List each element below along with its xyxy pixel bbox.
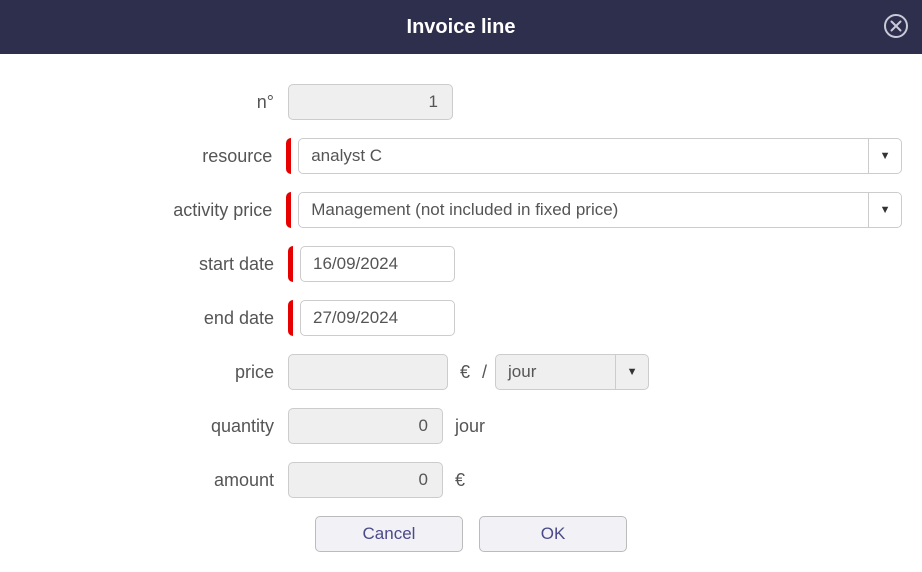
button-row: Cancel OK (315, 516, 902, 552)
price-unit-dropdown-arrow[interactable]: ▼ (615, 354, 649, 390)
price-unit-value[interactable]: jour (495, 354, 615, 390)
required-indicator (286, 138, 291, 174)
row-activity-price: activity price Management (not included … (20, 192, 902, 228)
price-separator: / (482, 362, 487, 383)
start-date-label: start date (20, 254, 280, 275)
close-icon (883, 13, 909, 39)
required-indicator (288, 246, 293, 282)
ok-button[interactable]: OK (479, 516, 627, 552)
dialog-title: Invoice line (407, 16, 516, 39)
row-start-date: start date 16/09/2024 (20, 246, 902, 282)
price-label: price (20, 362, 280, 383)
quantity-input[interactable]: 0 (288, 408, 443, 444)
resource-label: resource (20, 146, 278, 167)
number-input: 1 (288, 84, 453, 120)
resource-value[interactable]: analyst C (298, 138, 868, 174)
activity-price-value[interactable]: Management (not included in fixed price) (298, 192, 868, 228)
form-body: n° 1 resource analyst C ▼ activity price… (0, 54, 922, 572)
row-amount: amount 0 € (20, 462, 902, 498)
activity-price-combo[interactable]: Management (not included in fixed price)… (298, 192, 902, 228)
row-resource: resource analyst C ▼ (20, 138, 902, 174)
row-price: price € / jour ▼ (20, 354, 902, 390)
end-date-label: end date (20, 308, 280, 329)
quantity-unit: jour (455, 416, 485, 437)
required-indicator (288, 300, 293, 336)
price-currency: € (460, 362, 470, 383)
close-button[interactable] (882, 12, 910, 40)
amount-label: amount (20, 470, 280, 491)
row-quantity: quantity 0 jour (20, 408, 902, 444)
resource-combo[interactable]: analyst C ▼ (298, 138, 902, 174)
chevron-down-icon: ▼ (880, 150, 891, 162)
resource-dropdown-arrow[interactable]: ▼ (868, 138, 902, 174)
activity-price-label: activity price (20, 200, 278, 221)
price-unit-combo[interactable]: jour ▼ (495, 354, 649, 390)
price-input[interactable] (288, 354, 448, 390)
required-indicator (286, 192, 291, 228)
dialog-header: Invoice line (0, 0, 922, 54)
number-label: n° (20, 92, 280, 113)
cancel-button[interactable]: Cancel (315, 516, 463, 552)
amount-input: 0 (288, 462, 443, 498)
end-date-input[interactable]: 27/09/2024 (300, 300, 455, 336)
chevron-down-icon: ▼ (627, 366, 638, 378)
activity-price-dropdown-arrow[interactable]: ▼ (868, 192, 902, 228)
chevron-down-icon: ▼ (880, 204, 891, 216)
row-end-date: end date 27/09/2024 (20, 300, 902, 336)
quantity-label: quantity (20, 416, 280, 437)
amount-currency: € (455, 470, 465, 491)
row-number: n° 1 (20, 84, 902, 120)
start-date-input[interactable]: 16/09/2024 (300, 246, 455, 282)
